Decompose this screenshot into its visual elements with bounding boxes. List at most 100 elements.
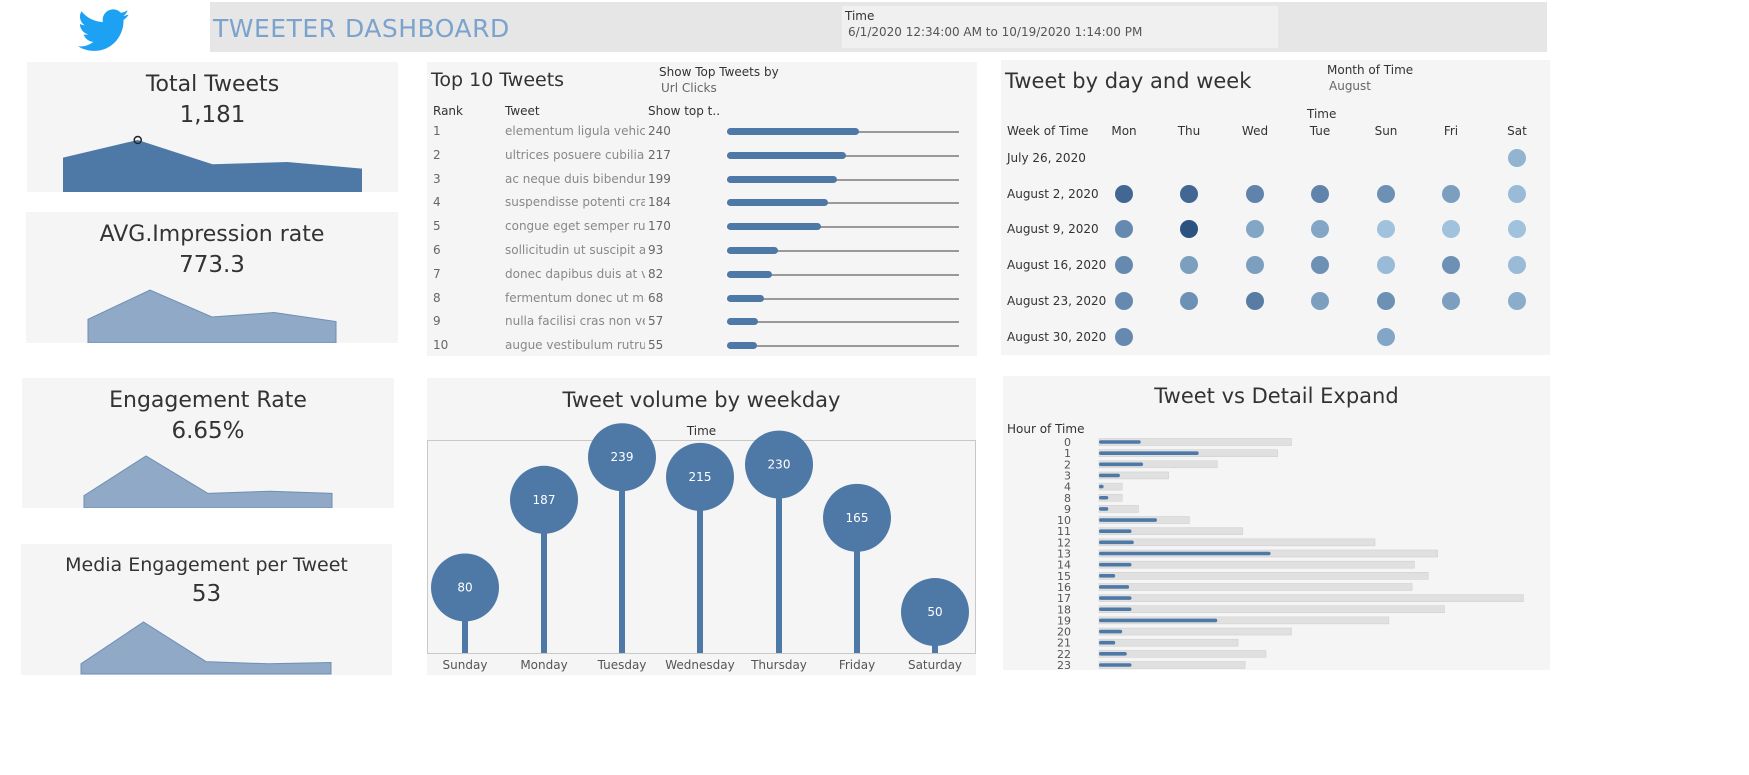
calendar-cell[interactable] (1115, 327, 1133, 346)
calendar-cell[interactable] (1508, 256, 1526, 275)
calendar-cell[interactable] (1115, 220, 1133, 239)
twitter-logo-icon (77, 8, 130, 54)
calendar-cell[interactable] (1246, 291, 1264, 310)
rank-cell: 2 (433, 147, 441, 162)
time-filter[interactable]: Time 6/1/2020 12:34:00 AM to 10/19/2020 … (842, 6, 1278, 48)
tweet-bar[interactable] (1099, 507, 1109, 511)
detail-expand-bar[interactable] (1098, 560, 1415, 569)
calendar-cell[interactable] (1442, 256, 1460, 275)
sparkline-area (80, 621, 332, 675)
tweet-bar[interactable] (1099, 484, 1104, 489)
calendar-cell[interactable] (1311, 256, 1329, 275)
kpi-sparkline (63, 135, 362, 192)
tweet-bar[interactable] (1099, 540, 1134, 545)
calendar-cell[interactable] (1377, 184, 1395, 203)
calendar-cell[interactable] (1115, 291, 1133, 310)
calendar-cell[interactable] (1508, 291, 1526, 310)
calendar-cell[interactable] (1115, 184, 1133, 203)
slider-fill (727, 318, 759, 326)
table-row[interactable]: 6 sollicitudin ut suscipit a f..93 (427, 243, 977, 266)
calendar-cell[interactable] (1311, 220, 1329, 239)
tweet-bar[interactable] (1099, 585, 1130, 589)
calendar-cell[interactable] (1246, 184, 1264, 203)
tweet-bar[interactable] (1099, 596, 1132, 600)
sparkline-area (63, 140, 362, 192)
calendar-cell[interactable] (1115, 256, 1133, 275)
calendar-cell[interactable] (1508, 184, 1526, 203)
tweet-bar[interactable] (1099, 495, 1109, 500)
calendar-cell[interactable] (1180, 256, 1198, 275)
weekday-chart: 80 Sunday 187 Monday 239 Tuesday 215 Wednesday 2… (427, 423, 976, 672)
calendar-cell[interactable] (1311, 291, 1329, 310)
table-row[interactable]: 10 augue vestibulum rutrum ..55 (427, 338, 977, 356)
table-row[interactable]: 3 ac neque duis bibendum ..199 (427, 172, 977, 195)
calendar-cell[interactable] (1442, 220, 1460, 239)
tweet-bar[interactable] (1099, 451, 1199, 455)
calendar-cell[interactable] (1508, 149, 1526, 167)
detail-expand-bar[interactable] (1098, 638, 1239, 647)
kpi-media-engagement: Media Engagement per Tweet 53 (21, 544, 392, 675)
table-row[interactable]: 2 ultrices posuere cubilia cu..217 (427, 148, 977, 171)
tweet-cell: ultrices posuere cubilia cu.. (505, 147, 645, 162)
slider-fill (727, 151, 847, 159)
detail-expand-bar[interactable] (1098, 605, 1445, 613)
calendar-cell[interactable] (1377, 327, 1395, 346)
detail-expand-bar[interactable] (1098, 538, 1376, 547)
value-label: 230 (768, 458, 791, 472)
tweet-bar[interactable] (1099, 629, 1123, 634)
tweet-bar[interactable] (1099, 462, 1144, 467)
tweet-bar[interactable] (1099, 640, 1116, 645)
table-row[interactable]: 7 donec dapibus duis at veli..82 (427, 267, 977, 290)
tweet-bar[interactable] (1099, 551, 1271, 556)
tweet-bar[interactable] (1099, 663, 1132, 667)
top-tweets-control[interactable]: Url Clicks (661, 81, 717, 95)
tweet-bar[interactable] (1099, 529, 1132, 533)
calendar-cell[interactable] (1246, 256, 1264, 275)
kpi-total-tweets: Total Tweets 1,181 (27, 62, 398, 192)
tweet-cell: fermentum donec ut maur.. (505, 290, 645, 305)
tweet-bar[interactable] (1099, 473, 1120, 478)
tweet-bar[interactable] (1099, 440, 1141, 444)
rank-cell: 3 (433, 171, 441, 186)
calendar-cell[interactable] (1377, 291, 1395, 310)
value-cell: 93 (648, 243, 664, 257)
detail-expand-bar[interactable] (1098, 572, 1429, 580)
calendar-cell[interactable] (1442, 184, 1460, 203)
calendar-cell[interactable] (1180, 220, 1198, 239)
value-cell: 55 (648, 338, 664, 353)
top-tweets-title: Top 10 Tweets (431, 69, 565, 91)
calendar-cell[interactable] (1442, 291, 1460, 310)
tweet-bar[interactable] (1099, 574, 1116, 578)
table-row[interactable]: 8 fermentum donec ut maur..68 (427, 291, 977, 314)
weekday-panel: Tweet volume by weekday Time 80 Sunday 187… (427, 378, 976, 675)
table-row[interactable]: 5 congue eget semper rutru..170 (427, 219, 977, 242)
detail-expand-bar[interactable] (1098, 583, 1413, 591)
table-row[interactable]: 9 nulla facilisi cras non velit..57 (427, 314, 977, 337)
calendar-cell[interactable] (1377, 220, 1395, 239)
calendar-cell[interactable] (1180, 291, 1198, 310)
calendar-cell[interactable] (1377, 256, 1395, 275)
value-cell: 240 (648, 124, 671, 138)
tweet-bar[interactable] (1099, 652, 1127, 656)
tweet-bar[interactable] (1099, 518, 1157, 522)
rank-cell: 6 (433, 243, 441, 257)
dashboard-title: TWEETER DASHBOARD (213, 14, 510, 43)
calendar-cell[interactable] (1180, 184, 1198, 203)
tweet-bar[interactable] (1099, 607, 1132, 612)
calendar-cell[interactable] (1246, 220, 1264, 239)
value-cell: 68 (648, 290, 664, 305)
category-label: Monday (520, 658, 567, 672)
value-cell: 57 (648, 314, 664, 329)
calendar-control[interactable]: August (1329, 79, 1371, 93)
calendar-cell[interactable] (1311, 184, 1329, 203)
detail-expand-bar[interactable] (1098, 594, 1524, 602)
table-row[interactable]: 1 elementum ligula vehicula..240 (427, 124, 977, 147)
tweet-bar[interactable] (1099, 618, 1218, 623)
calendar-row-header: Week of Time (1007, 124, 1089, 138)
table-row[interactable]: 4 suspendisse potenti cras i..184 (427, 195, 977, 218)
detail-expand-bar[interactable] (1098, 627, 1292, 636)
calendar-cell[interactable] (1508, 220, 1526, 239)
col-tweet-header: Tweet (505, 104, 540, 118)
tweet-bar[interactable] (1099, 562, 1132, 567)
time-filter-value: 6/1/2020 12:34:00 AM to 10/19/2020 1:14:… (848, 25, 1143, 39)
